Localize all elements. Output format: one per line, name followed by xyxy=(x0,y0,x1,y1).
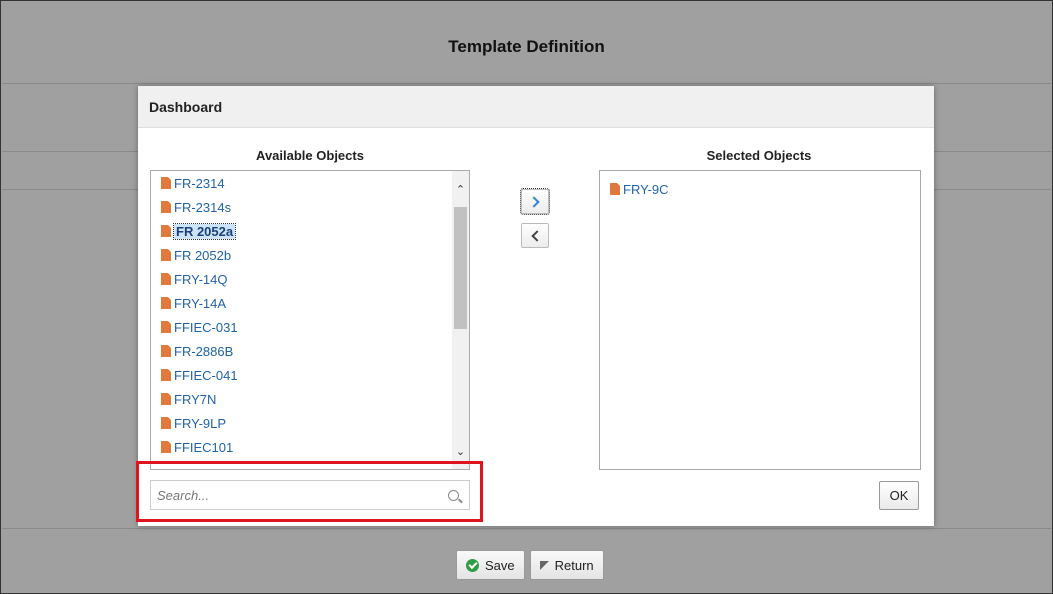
list-item[interactable]: FRY-9C xyxy=(600,177,902,201)
chevron-right-icon xyxy=(527,195,540,208)
selected-items: FRY-9C xyxy=(600,177,902,201)
file-icon xyxy=(161,417,171,429)
search-highlight-box xyxy=(136,461,483,522)
scroll-down-icon[interactable]: ⌄ xyxy=(452,443,469,460)
list-item-label: FR 2052a xyxy=(172,222,237,240)
file-icon xyxy=(610,183,620,195)
file-icon xyxy=(161,273,171,285)
list-item-label: FR-2886B xyxy=(174,343,234,359)
dashboard-dialog: Dashboard Available Objects Selected Obj… xyxy=(138,86,934,526)
list-item[interactable]: FFIEC-031 xyxy=(151,315,451,339)
divider xyxy=(2,83,1051,84)
list-item-label: FFIEC101 xyxy=(174,439,234,455)
return-label: Return xyxy=(554,557,594,573)
checkmark-icon xyxy=(466,558,479,572)
list-item[interactable]: FRY7N xyxy=(151,387,451,411)
list-item-label: FRY7N xyxy=(174,391,217,407)
list-item-label: FRY-14A xyxy=(174,295,227,311)
return-icon xyxy=(539,560,549,570)
file-icon xyxy=(161,249,171,261)
divider xyxy=(2,528,1051,529)
list-item[interactable]: FR-2886B xyxy=(151,339,451,363)
list-item-label: FFIEC-041 xyxy=(174,367,238,383)
file-icon xyxy=(161,321,171,333)
file-icon xyxy=(161,369,171,381)
list-item[interactable]: FR-2314s xyxy=(151,195,451,219)
list-item[interactable]: FR 2052a xyxy=(151,219,451,243)
move-left-button[interactable] xyxy=(521,223,549,248)
list-item[interactable]: FFIEC101 xyxy=(151,435,451,459)
move-right-button[interactable] xyxy=(520,188,550,215)
save-button[interactable]: Save xyxy=(456,550,525,580)
file-icon xyxy=(161,177,171,189)
list-item[interactable]: FFIEC-041 xyxy=(151,363,451,387)
selected-objects-list[interactable]: FRY-9C xyxy=(599,170,921,470)
list-item[interactable]: FR-2314 xyxy=(151,171,451,195)
file-icon xyxy=(161,201,171,213)
file-icon xyxy=(161,345,171,357)
scroll-up-icon[interactable]: ⌃ xyxy=(452,181,469,198)
list-item-label: FR 2052b xyxy=(174,247,232,263)
file-icon xyxy=(161,225,171,237)
file-icon xyxy=(161,441,171,453)
file-icon xyxy=(161,297,171,309)
chevron-left-icon xyxy=(530,229,543,242)
available-objects-title: Available Objects xyxy=(256,148,364,163)
file-icon xyxy=(161,393,171,405)
scrollbar-thumb[interactable] xyxy=(454,207,467,329)
dialog-title: Dashboard xyxy=(138,86,934,128)
list-item-label: FRY-14Q xyxy=(174,271,228,287)
available-objects-list[interactable]: FR-2314 FR-2314s FR 2052a FR 2052b FRY-14Q FR… xyxy=(150,170,470,470)
available-scrollbar[interactable]: ⌃ ⌄ xyxy=(452,171,469,469)
list-item-label: FR-2314s xyxy=(174,199,232,215)
list-item-label: FRY-9LP xyxy=(174,415,227,431)
list-item-label: FFIEC-031 xyxy=(174,319,238,335)
list-item[interactable]: FRY-14Q xyxy=(151,267,451,291)
list-item[interactable]: FRY-14A xyxy=(151,291,451,315)
selected-objects-title: Selected Objects xyxy=(706,148,812,163)
list-item-label: FRY-9C xyxy=(623,181,669,197)
footer-toolbar: Save Return xyxy=(456,550,604,580)
list-item[interactable]: FRY-9LP xyxy=(151,411,451,435)
return-button[interactable]: Return xyxy=(529,550,604,580)
ok-button[interactable]: OK xyxy=(879,481,919,510)
available-items: FR-2314 FR-2314s FR 2052a FR 2052b FRY-14Q FR… xyxy=(151,171,451,459)
save-label: Save xyxy=(485,557,515,573)
page-title: Template Definition xyxy=(448,37,605,56)
list-item-label: FR-2314 xyxy=(174,175,225,191)
list-item[interactable]: FR 2052b xyxy=(151,243,451,267)
